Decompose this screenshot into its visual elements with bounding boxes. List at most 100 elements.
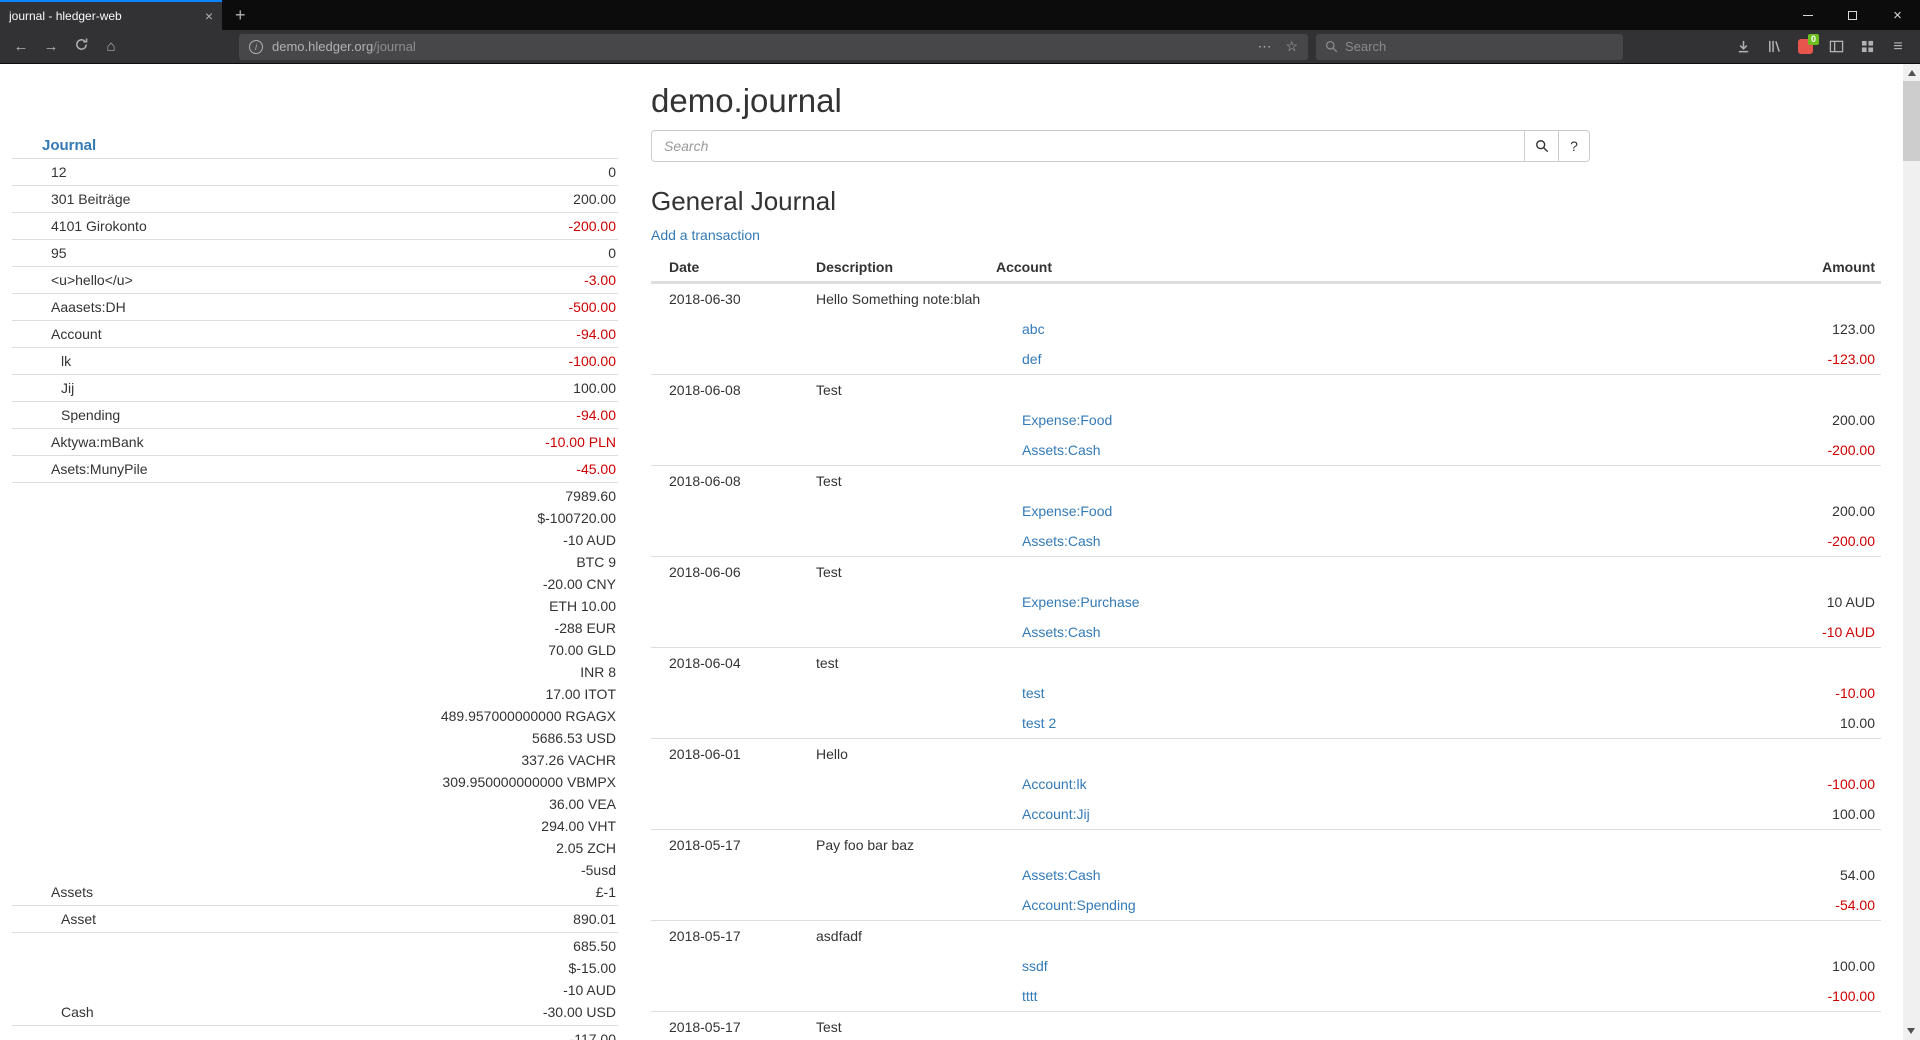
posting-account-link[interactable]: Expense:Food xyxy=(1022,412,1112,428)
tab-close-icon[interactable]: × xyxy=(205,8,213,24)
account-balance: -288 EUR xyxy=(441,617,616,639)
reload-button[interactable] xyxy=(66,37,96,56)
posting-amount: -100.00 xyxy=(1828,776,1881,792)
account-name[interactable]: 4101 Girokonto xyxy=(12,215,569,237)
posting-account-link[interactable]: ssdf xyxy=(1022,958,1048,974)
browser-nav-bar: ← → ⌂ i demo.hledger.org /journal ⋯ ☆ 0 xyxy=(0,30,1920,64)
account-balance: -20.00 CNY xyxy=(441,573,616,595)
posting-account-link[interactable]: Expense:Purchase xyxy=(1022,594,1140,610)
bookmark-star-icon[interactable]: ☆ xyxy=(1285,38,1298,55)
account-balance: INR 8 xyxy=(441,661,616,683)
posting-account-link[interactable]: Account:Jij xyxy=(1022,806,1090,822)
posting-account-link[interactable]: test xyxy=(1022,685,1045,701)
posting-amount: 10.00 xyxy=(1840,715,1881,731)
account-name[interactable]: <u>hello</u> xyxy=(12,269,584,291)
journal-search-input[interactable] xyxy=(651,130,1525,162)
menu-button[interactable]: ≡ xyxy=(1886,35,1910,59)
journal-search-button[interactable] xyxy=(1524,130,1559,162)
posting-account-link[interactable]: Assets:Cash xyxy=(1022,533,1101,549)
posting-account-link[interactable]: abc xyxy=(1022,321,1045,337)
account-name[interactable]: Aktywa:mBank xyxy=(12,431,545,453)
account-balance: 200.00 xyxy=(573,188,616,210)
scrollbar-down-icon[interactable] xyxy=(1907,1028,1915,1034)
window-maximize-button[interactable] xyxy=(1830,0,1875,30)
posting-amount: -100.00 xyxy=(1828,988,1881,1004)
posting-row: Expense:Food 200.00 xyxy=(651,405,1881,435)
posting-amount: 100.00 xyxy=(1832,958,1881,974)
account-balance: ETH 10.00 xyxy=(441,595,616,617)
browser-search-box[interactable] xyxy=(1316,34,1623,60)
scrollbar-up-icon[interactable] xyxy=(1908,70,1916,76)
sidebar-account-row: Cash 685.50$-15.00-10 AUD-30.00 USD xyxy=(12,932,618,1025)
sidebar-account-row: -117.00 xyxy=(12,1025,618,1040)
sidebar-account-row: 4101 Girokonto -200.00 xyxy=(12,212,618,239)
extension-button[interactable]: 0 xyxy=(1793,35,1817,59)
account-balance: -45.00 xyxy=(576,458,616,480)
posting-account-link[interactable]: tttt xyxy=(1022,988,1038,1004)
url-bar[interactable]: i demo.hledger.org /journal ⋯ ☆ xyxy=(239,34,1308,60)
account-balance: 337.26 VACHR xyxy=(441,749,616,771)
posting-account-link[interactable]: Account:Spending xyxy=(1022,897,1136,913)
search-icon xyxy=(1325,40,1338,53)
account-name[interactable]: Cash xyxy=(12,1001,543,1023)
posting-account-link[interactable]: test 2 xyxy=(1022,715,1056,731)
posting-account-link[interactable]: Assets:Cash xyxy=(1022,867,1101,883)
transaction-description: Test xyxy=(816,1019,1881,1035)
browser-search-input[interactable] xyxy=(1345,39,1614,54)
account-name[interactable]: Aaasets:DH xyxy=(12,296,569,318)
account-balance: $-15.00 xyxy=(543,957,616,979)
account-amounts: 7989.60$-100720.00-10 AUDBTC 9-20.00 CNY… xyxy=(441,485,618,903)
account-name[interactable]: Asets:MunyPile xyxy=(12,458,576,480)
account-name[interactable]: Account xyxy=(12,323,576,345)
window-close-button[interactable]: × xyxy=(1875,0,1920,30)
page-actions-icon[interactable]: ⋯ xyxy=(1257,38,1271,55)
browser-tab[interactable]: journal - hledger-web × xyxy=(0,0,222,30)
posting-row: ssdf 100.00 xyxy=(651,951,1881,981)
posting-amount: 123.00 xyxy=(1832,321,1881,337)
account-name[interactable]: Jij xyxy=(12,377,573,399)
sidebar-toggle-button[interactable] xyxy=(1824,35,1848,59)
browser-tab-bar: journal - hledger-web × + × xyxy=(0,0,1920,30)
library-button[interactable] xyxy=(1762,35,1786,59)
posting-account-link[interactable]: Account:lk xyxy=(1022,776,1087,792)
posting-amount: -54.00 xyxy=(1835,897,1881,913)
account-name[interactable]: 95 xyxy=(12,242,608,264)
sidebar-journal-link[interactable]: Journal xyxy=(42,137,96,154)
page-scrollbar[interactable] xyxy=(1903,64,1920,1040)
site-info-icon[interactable]: i xyxy=(249,40,263,54)
account-name[interactable]: Spending xyxy=(12,404,576,426)
posting-row: Assets:Cash -200.00 xyxy=(651,526,1881,556)
account-balance: 294.00 VHT xyxy=(441,815,616,837)
account-balance: 685.50 xyxy=(543,935,616,957)
account-balance: -5usd xyxy=(441,859,616,881)
account-amounts: -3.00 xyxy=(584,269,618,291)
account-balance: -200.00 xyxy=(569,215,616,237)
scrollbar-thumb[interactable] xyxy=(1903,81,1920,161)
account-name[interactable]: Asset xyxy=(12,908,573,930)
account-name[interactable]: lk xyxy=(12,350,569,372)
new-tab-button[interactable]: + xyxy=(222,0,259,30)
forward-button[interactable]: → xyxy=(36,38,66,55)
section-heading: General Journal xyxy=(651,186,1881,217)
home-button[interactable]: ⌂ xyxy=(96,38,126,55)
downloads-button[interactable] xyxy=(1731,35,1755,59)
account-name[interactable]: 301 Beiträge xyxy=(12,188,573,210)
posting-account-link[interactable]: Assets:Cash xyxy=(1022,624,1101,640)
search-help-button[interactable]: ? xyxy=(1558,130,1590,162)
posting-account-link[interactable]: Expense:Food xyxy=(1022,503,1112,519)
tab-title: journal - hledger-web xyxy=(9,9,199,23)
activity-grid-button[interactable] xyxy=(1855,35,1879,59)
posting-account-link[interactable]: Assets:Cash xyxy=(1022,442,1101,458)
accounts-sidebar: Journal 12 0 301 Beiträge 200.00 4101 Gi… xyxy=(12,136,618,1040)
maximize-icon xyxy=(1848,11,1857,20)
account-name[interactable]: 12 xyxy=(12,161,608,183)
add-transaction-link[interactable]: Add a transaction xyxy=(651,227,760,243)
window-minimize-button[interactable] xyxy=(1785,0,1830,30)
account-amounts: 0 xyxy=(608,161,618,183)
transaction-head-row: 2018-05-17 Test xyxy=(651,1012,1881,1040)
url-domain: demo.hledger.org xyxy=(272,39,373,54)
account-name[interactable]: Assets xyxy=(12,881,441,903)
posting-account-link[interactable]: def xyxy=(1022,351,1041,367)
back-button[interactable]: ← xyxy=(6,38,36,55)
account-balance: -94.00 xyxy=(576,404,616,426)
